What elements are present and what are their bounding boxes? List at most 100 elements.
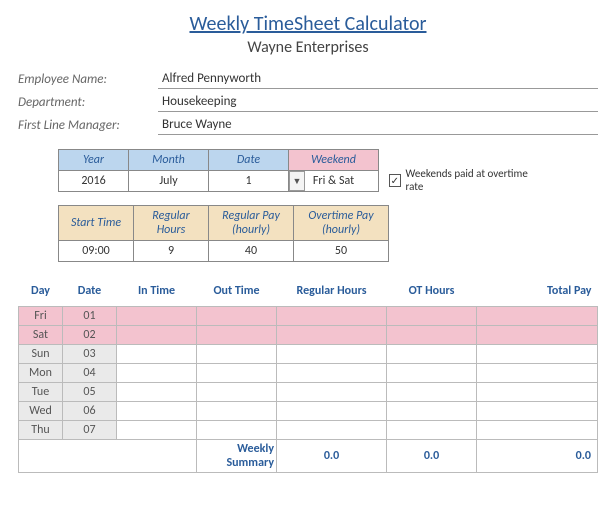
in-time-cell[interactable]	[117, 383, 197, 402]
col-out: Out Time	[197, 280, 277, 307]
total-pay-cell	[477, 383, 598, 402]
weekend-header: Weekend	[289, 150, 379, 171]
table-row: Sun03	[19, 345, 598, 364]
checkbox-icon: ✓	[389, 174, 401, 187]
regular-hours-header: Regular Hours	[134, 206, 209, 241]
in-time-cell[interactable]	[117, 364, 197, 383]
out-time-cell[interactable]	[197, 402, 277, 421]
in-time-cell[interactable]	[117, 326, 197, 345]
in-time-cell[interactable]	[117, 345, 197, 364]
out-time-cell[interactable]	[197, 421, 277, 440]
summary-row: Weekly Summary 0.0 0.0 0.0	[19, 440, 598, 473]
reg-hours-cell	[277, 326, 387, 345]
total-pay-cell	[477, 402, 598, 421]
date-dropdown-button[interactable]: ▼	[289, 171, 305, 191]
day-cell: Sat	[19, 326, 63, 345]
regular-pay-header: Regular Pay (hourly)	[209, 206, 294, 241]
reg-hours-cell	[277, 421, 387, 440]
table-row: Wed06	[19, 402, 598, 421]
total-pay-cell	[477, 345, 598, 364]
total-pay-cell	[477, 307, 598, 326]
period-table: Year Month Date Weekend 2016 July 1 ▼ Fr…	[58, 149, 379, 192]
col-in: In Time	[117, 280, 197, 307]
table-row: Sat02	[19, 326, 598, 345]
company-name: Wayne Enterprises	[18, 38, 598, 57]
table-row: Thu07	[19, 421, 598, 440]
total-pay-cell	[477, 326, 598, 345]
reg-hours-cell	[277, 364, 387, 383]
reg-hours-cell	[277, 402, 387, 421]
ot-hours-cell	[387, 364, 477, 383]
date-cell: 02	[63, 326, 117, 345]
month-cell[interactable]: July	[129, 171, 209, 192]
employee-info: Employee Name: Alfred Pennyworth Departm…	[18, 69, 598, 135]
total-pay-cell	[477, 364, 598, 383]
overtime-checkbox-label: Weekends paid at overtime rate	[406, 167, 529, 193]
start-time-header: Start Time	[59, 206, 134, 241]
regular-hours-cell[interactable]: 9	[134, 241, 209, 262]
day-cell: Wed	[19, 402, 63, 421]
employee-name-field[interactable]: Alfred Pennyworth	[158, 69, 598, 89]
department-label: Department:	[18, 95, 158, 110]
chevron-down-icon: ▼	[293, 177, 302, 186]
overtime-pay-cell[interactable]: 50	[294, 241, 389, 262]
ot-hours-cell	[387, 402, 477, 421]
day-cell: Mon	[19, 364, 63, 383]
out-time-cell[interactable]	[197, 383, 277, 402]
day-cell: Tue	[19, 383, 63, 402]
date-value: 1	[245, 174, 251, 188]
table-row: Fri01	[19, 307, 598, 326]
in-time-cell[interactable]	[117, 307, 197, 326]
employee-name-label: Employee Name:	[18, 72, 158, 87]
col-total: Total Pay	[477, 280, 598, 307]
table-row: Tue05	[19, 383, 598, 402]
department-field[interactable]: Housekeeping	[158, 92, 598, 112]
date-cell: 04	[63, 364, 117, 383]
date-cell: 06	[63, 402, 117, 421]
summary-ot: 0.0	[387, 440, 477, 473]
manager-label: First Line Manager:	[18, 118, 158, 133]
ot-hours-cell	[387, 345, 477, 364]
day-cell: Sun	[19, 345, 63, 364]
summary-total: 0.0	[477, 440, 598, 473]
regular-pay-cell[interactable]: 40	[209, 241, 294, 262]
ot-hours-cell	[387, 326, 477, 345]
col-date: Date	[63, 280, 117, 307]
manager-field[interactable]: Bruce Wayne	[158, 115, 598, 135]
timesheet-table: Day Date In Time Out Time Regular Hours …	[18, 280, 598, 473]
day-cell: Thu	[19, 421, 63, 440]
reg-hours-cell	[277, 307, 387, 326]
in-time-cell[interactable]	[117, 421, 197, 440]
year-cell[interactable]: 2016	[59, 171, 129, 192]
reg-hours-cell	[277, 345, 387, 364]
summary-reg: 0.0	[277, 440, 387, 473]
date-cell: 05	[63, 383, 117, 402]
ot-hours-cell	[387, 421, 477, 440]
out-time-cell[interactable]	[197, 364, 277, 383]
table-row: Mon04	[19, 364, 598, 383]
month-header: Month	[129, 150, 209, 171]
date-cell: 07	[63, 421, 117, 440]
in-time-cell[interactable]	[117, 402, 197, 421]
date-cell[interactable]: 1 ▼	[209, 171, 289, 192]
reg-hours-cell	[277, 383, 387, 402]
date-cell: 03	[63, 345, 117, 364]
overtime-pay-header: Overtime Pay (hourly)	[294, 206, 389, 241]
ot-hours-cell	[387, 383, 477, 402]
rates-table: Start Time Regular Hours Regular Pay (ho…	[58, 205, 389, 262]
out-time-cell[interactable]	[197, 326, 277, 345]
overtime-checkbox[interactable]: ✓ Weekends paid at overtime rate	[389, 167, 529, 193]
col-ot: OT Hours	[387, 280, 477, 307]
out-time-cell[interactable]	[197, 307, 277, 326]
summary-label: Weekly Summary	[197, 440, 277, 473]
date-cell: 01	[63, 307, 117, 326]
out-time-cell[interactable]	[197, 345, 277, 364]
page-title: Weekly TimeSheet Calculator	[18, 12, 598, 36]
col-day: Day	[19, 280, 63, 307]
year-header: Year	[59, 150, 129, 171]
day-cell: Fri	[19, 307, 63, 326]
start-time-cell[interactable]: 09:00	[59, 241, 134, 262]
ot-hours-cell	[387, 307, 477, 326]
total-pay-cell	[477, 421, 598, 440]
date-header: Date	[209, 150, 289, 171]
